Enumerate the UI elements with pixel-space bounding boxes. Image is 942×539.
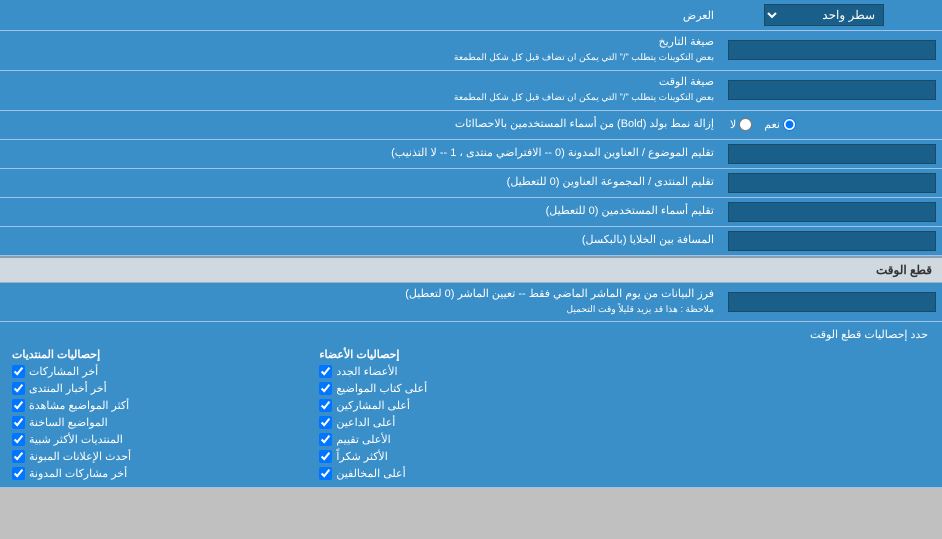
cb-forum-news[interactable]: أخر أخبار المنتدى — [10, 381, 317, 396]
col1-header: إحصاليات المنتديات — [10, 347, 317, 362]
user-names-label: تقليم أسماء المستخدمين (0 للتعطيل) — [0, 198, 722, 226]
time-format-label: صيغة الوقتبعض التكوينات يتطلب "/" التي ي… — [0, 71, 722, 110]
cb-new-members-input[interactable] — [319, 365, 332, 378]
topic-order-row: تقليم الموضوع / العناوين المدونة (0 -- ا… — [0, 140, 942, 169]
cell-spacing-label: المسافة بين الخلايا (بالبكسل) — [0, 227, 722, 255]
col2-members: إحصاليات الأعضاء الأعضاء الجدد أعلى كتاب… — [317, 347, 624, 481]
cb-top-rated-input[interactable] — [319, 433, 332, 446]
cb-hot-topics-input[interactable] — [12, 416, 25, 429]
cb-most-thanked-input[interactable] — [319, 450, 332, 463]
cb-last-posts[interactable]: أخر المشاركات — [10, 364, 317, 379]
date-format-label: صيغة التاريخبعض التكوينات يتطلب "/" التي… — [0, 31, 722, 70]
time-format-row: صيغة الوقتبعض التكوينات يتطلب "/" التي ي… — [0, 71, 942, 111]
cb-top-callers-input[interactable] — [319, 416, 332, 429]
cb-top-authors[interactable]: أعلى كتاب المواضيع — [317, 381, 624, 396]
cell-spacing-input-cell: 2 — [722, 227, 942, 255]
cb-top-violators[interactable]: أعلى المخالفين — [317, 466, 624, 481]
cb-most-viewed-input[interactable] — [12, 399, 25, 412]
bold-stats-row: إزالة نمط بولد (Bold) من أسماء المستخدمي… — [0, 111, 942, 140]
radio-no-label[interactable]: لا — [730, 118, 752, 131]
user-names-input[interactable]: 0 — [728, 202, 936, 222]
cb-most-thanked[interactable]: الأكثر شكراً — [317, 449, 624, 464]
topic-order-input[interactable]: 33 — [728, 144, 936, 164]
cutoff-row: فرز البيانات من يوم الماشر الماضي فقط --… — [0, 283, 942, 323]
cb-top-callers[interactable]: أعلى الداعين — [317, 415, 624, 430]
cell-spacing-row: المسافة بين الخلايا (بالبكسل) 2 — [0, 227, 942, 256]
cb-top-violators-input[interactable] — [319, 467, 332, 480]
topic-order-label: تقليم الموضوع / العناوين المدونة (0 -- ا… — [0, 140, 722, 168]
cutoff-input-cell: 0 — [722, 283, 942, 322]
col3-label — [625, 347, 932, 481]
col1-forums: إحصاليات المنتديات أخر المشاركات أخر أخب… — [10, 347, 317, 481]
radio-no[interactable] — [739, 118, 752, 131]
forum-order-input-cell: 33 — [722, 169, 942, 197]
forum-order-label: تقليم المنتدى / المجموعة العناوين (0 للت… — [0, 169, 722, 197]
display-input-cell: سطر واحد سطرين ثلاثة أسطر — [714, 4, 934, 26]
date-format-input-cell: d-m — [722, 31, 942, 70]
cb-last-posts-input[interactable] — [12, 365, 25, 378]
time-format-input-cell: H:i — [722, 71, 942, 110]
display-select[interactable]: سطر واحد سطرين ثلاثة أسطر — [764, 4, 884, 26]
user-names-row: تقليم أسماء المستخدمين (0 للتعطيل) 0 — [0, 198, 942, 227]
user-names-input-cell: 0 — [722, 198, 942, 226]
cb-top-participants-input[interactable] — [319, 399, 332, 412]
checkboxes-grid: إحصاليات المنتديات أخر المشاركات أخر أخب… — [10, 347, 932, 481]
cutoff-section-header: قطع الوقت — [0, 256, 942, 283]
cb-hot-topics[interactable]: المواضيع الساخنة — [10, 415, 317, 430]
bold-stats-radio-cell: نعم لا — [722, 111, 942, 139]
cutoff-label: فرز البيانات من يوم الماشر الماضي فقط --… — [0, 283, 722, 322]
cb-forum-news-input[interactable] — [12, 382, 25, 395]
cb-latest-announcements[interactable]: أحدث الإعلانات المبونة — [10, 449, 317, 464]
time-format-input[interactable]: H:i — [728, 80, 936, 100]
checkboxes-main-label: حدد إحصاليات قطع الوقت — [10, 328, 932, 341]
cb-top-participants[interactable]: أعلى المشاركين — [317, 398, 624, 413]
radio-yes-label[interactable]: نعم — [764, 118, 796, 131]
cutoff-input[interactable]: 0 — [728, 292, 936, 312]
col2-header: إحصاليات الأعضاء — [317, 347, 624, 362]
bold-stats-label: إزالة نمط بولد (Bold) من أسماء المستخدمي… — [0, 111, 722, 139]
main-container: العرض سطر واحد سطرين ثلاثة أسطر صيغة الت… — [0, 0, 942, 488]
forum-order-row: تقليم المنتدى / المجموعة العناوين (0 للت… — [0, 169, 942, 198]
cell-spacing-input[interactable]: 2 — [728, 231, 936, 251]
cb-blog-posts[interactable]: أخر مشاركات المدونة — [10, 466, 317, 481]
cb-similar-forums[interactable]: المنتديات الأكثر شبية — [10, 432, 317, 447]
checkboxes-header-row: حدد إحصاليات قطع الوقت — [10, 328, 932, 341]
cb-most-viewed[interactable]: أكثر المواضيع مشاهدة — [10, 398, 317, 413]
display-row: العرض سطر واحد سطرين ثلاثة أسطر — [0, 0, 942, 31]
forum-order-input[interactable]: 33 — [728, 173, 936, 193]
cb-similar-forums-input[interactable] — [12, 433, 25, 446]
display-label: العرض — [8, 9, 714, 22]
cb-top-authors-input[interactable] — [319, 382, 332, 395]
checkboxes-section: حدد إحصاليات قطع الوقت إحصاليات المنتديا… — [0, 322, 942, 488]
date-format-row: صيغة التاريخبعض التكوينات يتطلب "/" التي… — [0, 31, 942, 71]
cb-latest-announcements-input[interactable] — [12, 450, 25, 463]
cb-blog-posts-input[interactable] — [12, 467, 25, 480]
radio-yes[interactable] — [783, 118, 796, 131]
cb-new-members[interactable]: الأعضاء الجدد — [317, 364, 624, 379]
cb-top-rated[interactable]: الأعلى تقييم — [317, 432, 624, 447]
date-format-input[interactable]: d-m — [728, 40, 936, 60]
topic-order-input-cell: 33 — [722, 140, 942, 168]
